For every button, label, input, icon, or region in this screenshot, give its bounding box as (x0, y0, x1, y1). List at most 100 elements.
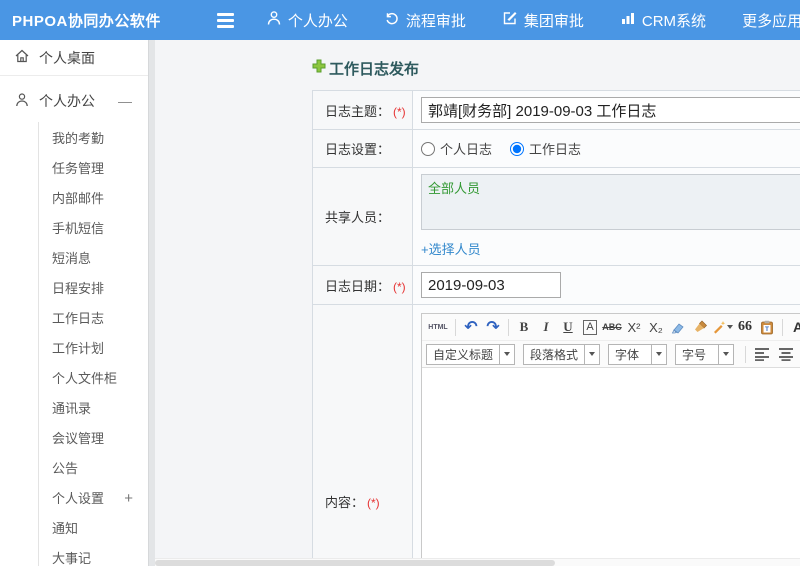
radio-label: 工作日志 (529, 142, 582, 157)
sidebar-item-sms[interactable]: 手机短信 (39, 214, 148, 244)
sidebar-item-address-book[interactable]: 通讯录 (39, 394, 148, 424)
caret-down-icon[interactable] (499, 344, 514, 364)
custom-heading-dropdown[interactable]: 自定义标题 (426, 343, 516, 365)
italic-button[interactable]: I (536, 316, 556, 338)
sidebar-item-work-plan[interactable]: 工作计划 (39, 334, 148, 364)
nav-label: 集团审批 (523, 12, 584, 30)
sidebar-item-personal-settings[interactable]: 个人设置 + (39, 484, 148, 514)
sidebar-item-personal-file-cabinet[interactable]: 个人文件柜 (39, 364, 148, 394)
nav-label: 流程审批 (405, 12, 466, 30)
home-icon (14, 48, 30, 67)
eraser-icon[interactable] (668, 316, 688, 338)
sidebar-item-announcement[interactable]: 公告 (39, 454, 148, 484)
sidebar-item-notification[interactable]: 通知 (39, 514, 148, 544)
date-row: 日志日期： (*) (312, 265, 800, 305)
work-log-radio[interactable] (510, 141, 525, 156)
sidebar-item-label: 内部邮件 (52, 191, 105, 206)
caret-down-icon[interactable] (584, 344, 599, 364)
sidebar-item-personal-desktop[interactable]: 个人桌面 (0, 40, 148, 76)
undo-icon[interactable]: ↶ (461, 316, 481, 338)
format-brush-icon[interactable] (690, 316, 710, 338)
sidebar-item-meeting-management[interactable]: 会议管理 (39, 424, 148, 454)
caret-down-icon (727, 325, 733, 329)
nav-crm-system[interactable]: CRM系统 (620, 10, 706, 31)
strikethrough-button[interactable]: ABC (602, 316, 622, 338)
subscript-button[interactable]: X₂ (646, 316, 666, 338)
plus-icon (312, 59, 326, 78)
share-label-cell: 共享人员： (312, 167, 413, 266)
sidebar-item-label: 日程安排 (52, 281, 105, 296)
personal-log-radio[interactable] (421, 141, 435, 156)
paragraph-format-dropdown[interactable]: 段落格式 (523, 343, 601, 365)
required-marker: (*) (393, 279, 406, 294)
nav-workflow-approval[interactable]: 流程审批 (384, 10, 466, 31)
radio-label: 个人日志 (440, 142, 493, 157)
sidebar-item-label: 工作日志 (52, 311, 105, 326)
horizontal-scrollbar[interactable] (155, 558, 800, 566)
bold-button[interactable]: B (514, 316, 534, 338)
rich-text-editor: HTML ↶ ↷ B I U A ABC X² X₂ 66 T A 自定义标题 … (421, 313, 800, 566)
log-type-label-cell: 日志设置： (312, 129, 413, 168)
nav-more-apps[interactable]: 更多应用 (742, 10, 800, 31)
font-style-button[interactable]: A (580, 316, 600, 338)
sidebar: 个人桌面 个人办公 — 我的考勤 任务管理 内部邮件 手机短信 短消息 日程安排… (0, 40, 148, 566)
top-bar: PHPOA协同办公软件 个人办公 流程审批 集团审批 CRM系统 更多应用 (0, 0, 800, 40)
subject-label: 日志主题： (325, 103, 391, 119)
required-marker: (*) (367, 495, 380, 510)
font-size-dropdown[interactable]: 字号 (675, 343, 735, 365)
editor-toolbar-row2: 自定义标题 段落格式 字体 字号 (422, 341, 800, 368)
flow-icon (384, 10, 400, 30)
align-center-icon[interactable] (775, 343, 797, 365)
sidebar-item-my-attendance[interactable]: 我的考勤 (39, 124, 148, 154)
log-date-input[interactable] (421, 272, 561, 298)
sidebar-item-label: 通知 (52, 521, 79, 536)
sidebar-item-label: 我的考勤 (52, 131, 105, 146)
scrollbar-thumb[interactable] (155, 560, 555, 566)
font-family-dropdown[interactable]: 字体 (608, 343, 668, 365)
underline-button[interactable]: U (558, 316, 578, 338)
caret-down-icon[interactable] (718, 344, 733, 364)
work-log-form: 日志主题： (*) 日志设置： 个人日志 (312, 90, 800, 566)
editor-content-area[interactable] (422, 368, 800, 566)
date-label-cell: 日志日期： (*) (312, 265, 413, 305)
sidebar-item-label: 个人设置 (52, 491, 105, 506)
shared-people-value: 全部人员 (428, 181, 481, 196)
sidebar-group-personal-office[interactable]: 个人办公 — (0, 80, 148, 122)
nav-group-approval[interactable]: 集团审批 (502, 10, 584, 31)
radio-work-log[interactable]: 工作日志 (510, 139, 581, 158)
expand-plus-icon[interactable]: + (124, 484, 133, 514)
font-color-button[interactable]: A (788, 316, 800, 338)
paste-icon[interactable]: T (757, 316, 777, 338)
superscript-button[interactable]: X² (624, 316, 644, 338)
hamburger-menu-icon[interactable] (216, 12, 234, 28)
sidebar-item-label: 公告 (52, 461, 79, 476)
sidebar-item-label: 短消息 (52, 251, 92, 266)
log-type-row: 日志设置： 个人日志 工作日志 (312, 129, 800, 168)
sidebar-item-short-message[interactable]: 短消息 (39, 244, 148, 274)
sidebar-item-label: 大事记 (52, 551, 92, 566)
main-content: 工作日志发布 日志主题：(*) 日志设置： (155, 40, 800, 566)
sidebar-item-major-events[interactable]: 大事记 (39, 544, 148, 566)
redo-icon[interactable]: ↷ (483, 316, 503, 338)
sidebar-item-work-log[interactable]: 工作日志 (39, 304, 148, 334)
blockquote-button[interactable]: 66 (735, 316, 755, 338)
magic-wand-dropdown[interactable] (712, 316, 733, 338)
nav-personal-office[interactable]: 个人办公 (266, 10, 348, 31)
app-title: PHPOA协同办公软件 (12, 12, 161, 30)
share-label: 共享人员： (325, 210, 391, 225)
select-people-link[interactable]: +选择人员 (421, 239, 481, 258)
caret-down-icon[interactable] (651, 344, 666, 364)
magic-wand-icon (714, 321, 726, 334)
collapse-minus-icon[interactable]: — (118, 93, 132, 109)
sidebar-item-internal-mail[interactable]: 内部邮件 (39, 184, 148, 214)
subject-input[interactable] (421, 97, 800, 123)
align-left-icon[interactable] (751, 343, 773, 365)
html-source-button[interactable]: HTML (426, 316, 450, 338)
sidebar-item-label: 会议管理 (52, 431, 105, 446)
shared-people-box[interactable]: 全部人员 (421, 174, 800, 230)
sidebar-item-task-management[interactable]: 任务管理 (39, 154, 148, 184)
sidebar-item-schedule[interactable]: 日程安排 (39, 274, 148, 304)
sidebar-item-label: 任务管理 (52, 161, 105, 176)
dropdown-label: 自定义标题 (433, 347, 494, 362)
radio-personal-log[interactable]: 个人日志 (421, 139, 492, 158)
